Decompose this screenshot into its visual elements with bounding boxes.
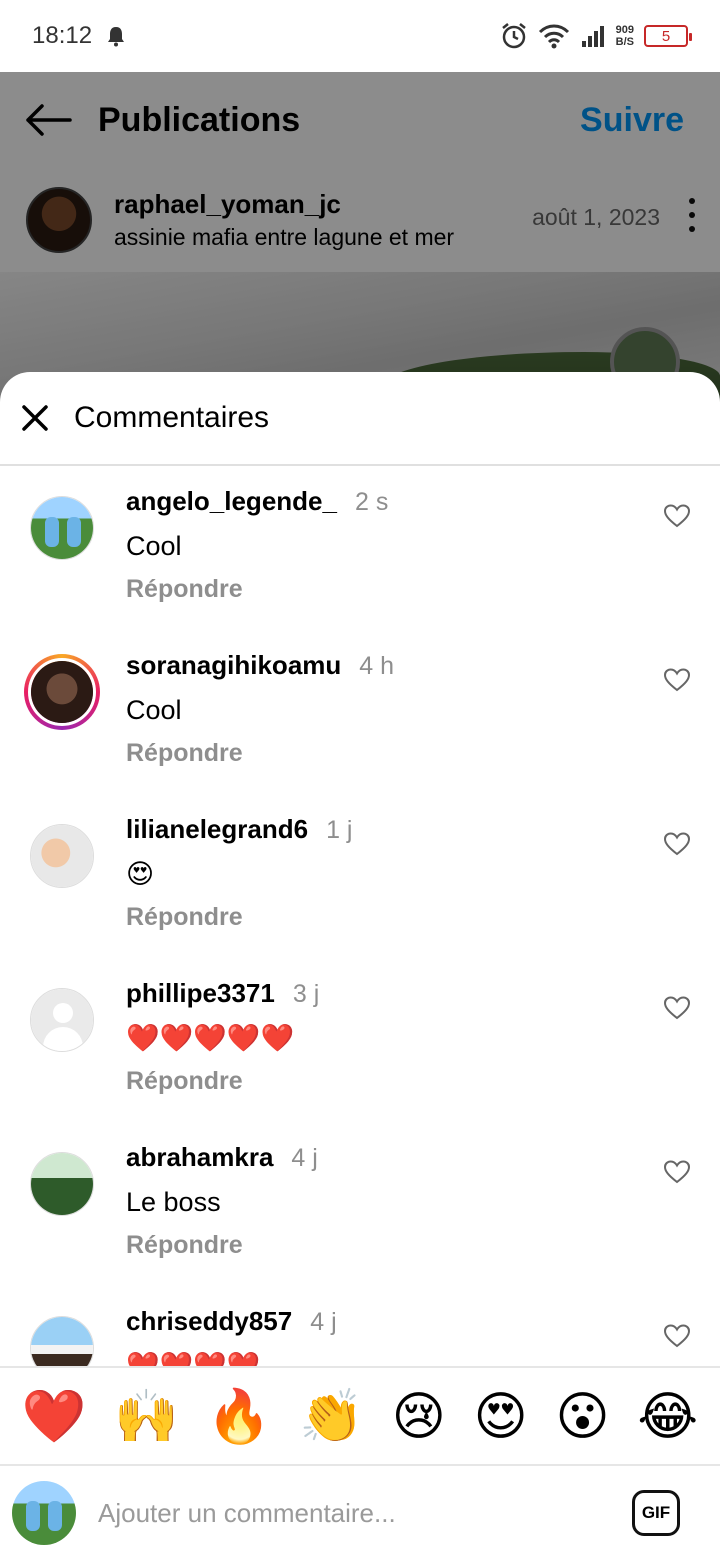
comment-time: 4 j xyxy=(291,1144,318,1172)
comment-username[interactable]: soranagihikoamu xyxy=(126,650,341,680)
like-heart-icon[interactable] xyxy=(664,832,690,856)
comment-username[interactable]: angelo_legende_ xyxy=(126,486,337,516)
battery-level: 5 xyxy=(661,27,671,45)
like-heart-icon[interactable] xyxy=(664,504,690,528)
wifi-icon xyxy=(538,24,569,49)
alarm-icon xyxy=(501,23,526,49)
like-heart-icon[interactable] xyxy=(664,1160,690,1184)
emoji-raised-hands[interactable]: 🙌 xyxy=(114,1387,179,1447)
battery-icon: 5 xyxy=(644,25,692,47)
status-time: 18:12 xyxy=(32,22,93,49)
modal-overlay[interactable] xyxy=(0,72,720,402)
net-speed-unit: B/S xyxy=(615,36,634,48)
emoji-crying-face[interactable]: 😢 xyxy=(392,1387,446,1447)
emoji-red-heart[interactable]: ❤️ xyxy=(22,1387,87,1447)
comment-username[interactable]: phillipe3371 xyxy=(126,978,275,1008)
reply-button[interactable]: Répondre xyxy=(126,1067,319,1096)
comment-text: ❤️❤️❤️❤️❤️ xyxy=(126,1023,295,1053)
like-heart-icon[interactable] xyxy=(664,1324,690,1348)
commenter-avatar[interactable] xyxy=(30,496,94,560)
commenter-avatar[interactable] xyxy=(30,824,94,888)
comment-time: 1 j xyxy=(326,816,353,844)
reply-button[interactable]: Répondre xyxy=(126,1231,318,1260)
comment-username[interactable]: chriseddy857 xyxy=(126,1306,292,1336)
close-icon[interactable] xyxy=(20,403,50,433)
comment-item: angelo_legende_ 2 s Cool Répondre xyxy=(0,468,720,632)
emoji-clapping-hands[interactable]: 👏 xyxy=(299,1387,364,1447)
commenter-avatar-story-ring[interactable] xyxy=(24,654,100,730)
commenter-avatar[interactable] xyxy=(30,1316,94,1368)
commenter-avatar-default[interactable] xyxy=(30,988,94,1052)
emoji-heart-eyes[interactable]: 😍 xyxy=(474,1387,528,1447)
comment-item: abrahamkra 4 j Le boss Répondre xyxy=(0,1124,720,1288)
notification-bell-icon xyxy=(108,27,125,47)
comment-item: phillipe3371 3 j ❤️❤️❤️❤️❤️ Répondre xyxy=(0,960,720,1124)
reply-button[interactable]: Répondre xyxy=(126,903,352,932)
comment-text: 😍 xyxy=(126,859,155,889)
status-bar: 18:12 909 B/S 5 xyxy=(0,0,720,72)
comment-item: chriseddy857 4 j ❤️❤️❤️❤️ xyxy=(0,1288,720,1368)
reply-button[interactable]: Répondre xyxy=(126,739,394,768)
emoji-fire[interactable]: 🔥 xyxy=(207,1387,272,1447)
like-heart-icon[interactable] xyxy=(664,668,690,692)
comment-text: Le boss xyxy=(126,1187,221,1217)
emoji-surprised-face[interactable]: 😮 xyxy=(555,1387,609,1447)
signal-icon xyxy=(581,26,604,47)
net-speed: 909 B/S xyxy=(616,24,634,48)
comment-username[interactable]: abrahamkra xyxy=(126,1142,273,1172)
comment-username[interactable]: lilianelegrand6 xyxy=(126,814,308,844)
comment-input-bar: GIF xyxy=(0,1464,720,1560)
current-user-avatar xyxy=(12,1481,76,1545)
emoji-quick-bar: ❤️ 🙌 🔥 👏 😢 😍 😮 😂 xyxy=(0,1366,720,1466)
comment-text: Cool xyxy=(126,695,182,725)
comment-time: 2 s xyxy=(354,488,389,516)
comment-item: lilianelegrand6 1 j 😍 Répondre xyxy=(0,796,720,960)
comments-list: angelo_legende_ 2 s Cool Répondre soranag… xyxy=(0,468,720,1368)
comment-input[interactable] xyxy=(98,1497,598,1529)
comment-time: 3 j xyxy=(292,980,320,1008)
comment-time: 4 h xyxy=(359,652,395,680)
net-speed-value: 909 xyxy=(615,24,634,36)
reply-button[interactable]: Répondre xyxy=(126,575,388,604)
comment-time: 4 j xyxy=(310,1308,337,1336)
sheet-title: Commentaires xyxy=(74,401,270,434)
comment-item: soranagihikoamu 4 h Cool Répondre xyxy=(0,632,720,796)
commenter-avatar[interactable] xyxy=(30,1152,94,1216)
sheet-header: Commentaires xyxy=(0,372,720,466)
like-heart-icon[interactable] xyxy=(664,996,690,1020)
comment-text: Cool xyxy=(126,531,182,561)
emoji-tears-of-joy[interactable]: 😂 xyxy=(637,1387,698,1447)
gif-button[interactable]: GIF xyxy=(632,1490,680,1536)
